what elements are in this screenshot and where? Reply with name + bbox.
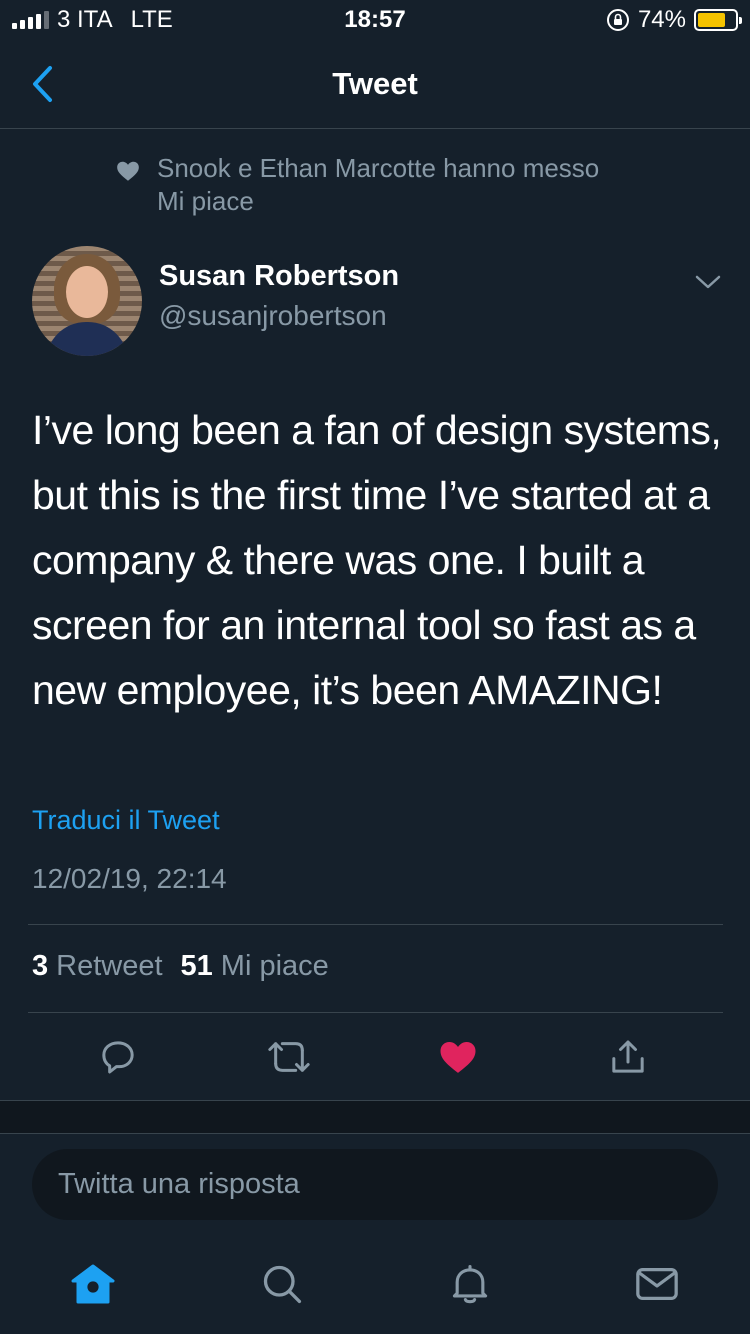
chevron-down-icon <box>695 275 721 289</box>
search-icon <box>263 1265 302 1304</box>
retweets-stat[interactable]: 3 Retweet <box>32 950 163 983</box>
tab-messages[interactable] <box>633 1260 681 1308</box>
likes-stat[interactable]: 51 Mi piace <box>181 950 329 983</box>
chevron-left-icon <box>33 66 52 102</box>
tab-notifications[interactable] <box>446 1260 494 1308</box>
divider <box>28 1012 723 1013</box>
social-context[interactable]: Snook e Ethan Marcotte hanno messo Mi pi… <box>115 152 675 218</box>
reply-input[interactable]: Twitta una risposta <box>32 1149 718 1220</box>
share-button[interactable] <box>601 1030 655 1084</box>
share-icon <box>612 1040 644 1073</box>
tab-bar <box>0 1234 750 1334</box>
divider <box>28 924 723 925</box>
reply-icon <box>102 1041 134 1074</box>
status-left: 3 ITA LTE <box>12 6 173 34</box>
network-label: LTE <box>130 6 173 33</box>
signal-icon <box>12 11 49 29</box>
tab-home[interactable] <box>69 1260 117 1308</box>
carrier-label: 3 ITA <box>57 6 113 33</box>
author-handle[interactable]: @susanjrobertson <box>159 300 387 332</box>
battery-percent: 74% <box>637 6 686 33</box>
orientation-lock-icon <box>606 9 629 31</box>
notifications-icon <box>452 1265 488 1304</box>
tweet-author: Susan Robertson @susanjrobertson <box>32 246 722 356</box>
likes-count: 51 <box>180 950 213 982</box>
status-right: 74% <box>606 6 742 34</box>
reply-bar: Twitta una risposta <box>0 1134 750 1234</box>
nav-header: Tweet <box>0 40 750 129</box>
retweet-button[interactable] <box>262 1030 316 1084</box>
section-separator <box>0 1100 750 1134</box>
like-button[interactable] <box>431 1030 485 1084</box>
social-context-line1: Snook e Ethan Marcotte hanno messo <box>157 153 600 183</box>
avatar[interactable] <box>32 246 142 356</box>
messages-icon <box>636 1267 678 1301</box>
tweet-text: I’ve long been a fan of design systems, … <box>32 407 722 713</box>
tweet-actions <box>28 1030 723 1084</box>
retweets-count: 3 <box>32 950 49 982</box>
tweet-timestamp: 12/02/19, 22:14 <box>32 863 227 894</box>
likes-label: Mi piace <box>220 950 329 982</box>
tab-search[interactable] <box>258 1260 306 1308</box>
home-icon <box>71 1264 115 1304</box>
heart-icon <box>440 1042 476 1073</box>
translate-link[interactable]: Traduci il Tweet <box>32 805 220 836</box>
back-button[interactable] <box>22 62 62 106</box>
social-context-text: Snook e Ethan Marcotte hanno messo Mi pi… <box>157 152 599 218</box>
author-name[interactable]: Susan Robertson <box>159 260 399 293</box>
retweet-icon <box>268 1042 310 1072</box>
reply-button[interactable] <box>91 1030 145 1084</box>
retweets-label: Retweet <box>56 950 163 982</box>
tweet-stats: 3 Retweet 51 Mi piace <box>32 950 329 983</box>
status-bar: 3 ITA LTE 18:57 74% <box>0 0 750 40</box>
heart-icon <box>117 161 139 181</box>
battery-fill <box>698 13 725 27</box>
battery-icon <box>694 9 742 31</box>
page-title: Tweet <box>332 66 418 101</box>
more-options-button[interactable] <box>694 268 722 296</box>
social-context-line2: Mi piace <box>157 186 254 216</box>
